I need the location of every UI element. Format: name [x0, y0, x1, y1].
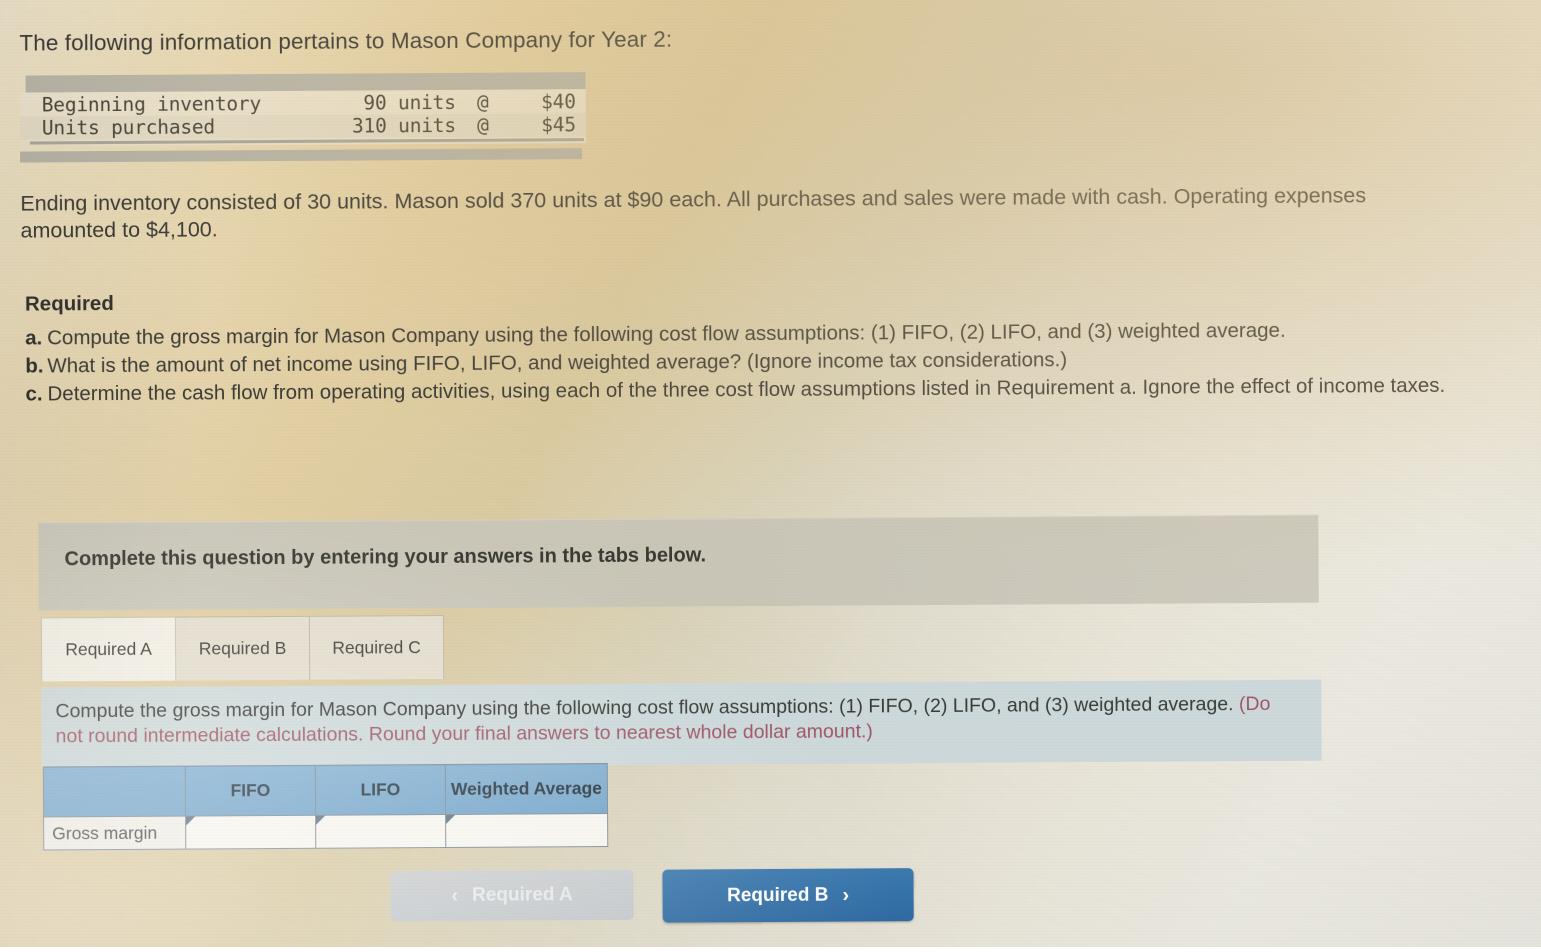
prev-button-label: Required A — [472, 884, 573, 906]
chevron-left-icon: ‹ — [451, 884, 459, 907]
intro-text: The following information pertains to Ma… — [19, 26, 673, 56]
next-required-b-button[interactable]: Required B › — [662, 868, 914, 923]
answer-grid-header-weighted-average: Weighted Average — [445, 763, 608, 815]
table-row: Beginning inventory 90 units @ $40 — [20, 90, 586, 116]
answer-grid-header-row: FIFO LIFO Weighted Average — [43, 763, 608, 817]
ending-inventory-paragraph: Ending inventory consisted of 30 units. … — [20, 183, 1367, 243]
gross-margin-lifo-input[interactable] — [315, 814, 446, 849]
prev-required-a-button[interactable]: ‹ Required A — [390, 869, 634, 922]
inventory-row-price: $45 — [541, 113, 576, 137]
answer-grid-header-blank — [43, 766, 186, 817]
table-row: Gross margin — [43, 813, 608, 850]
inventory-row-price: $40 — [541, 90, 576, 114]
table-row: Units purchased 310 units @ $45 — [19, 113, 586, 140]
tab-label: Required C — [332, 637, 421, 658]
tab-label: Required B — [198, 637, 287, 659]
answer-grid-row-label: Gross margin — [43, 816, 186, 850]
tab-label: Required A — [65, 638, 152, 660]
tab-required-b[interactable]: Required B — [174, 615, 311, 681]
inventory-row-at: @ — [477, 113, 489, 137]
required-heading: Required — [24, 292, 114, 316]
requirement-description: Compute the gross margin for Mason Compa… — [41, 679, 1322, 769]
requirement-description-main: Compute the gross margin for Mason Compa… — [55, 693, 1240, 723]
tab-required-a[interactable]: Required A — [40, 616, 177, 682]
chevron-right-icon: › — [842, 884, 850, 907]
tab-required-c[interactable]: Required C — [308, 614, 445, 680]
list-item-marker: c. — [25, 382, 43, 406]
requirement-tabs: Required A Required B Required C — [40, 614, 445, 682]
next-button-label: Required B — [726, 884, 829, 906]
list-item-marker: a. — [25, 326, 43, 350]
inventory-row-units: 90 units — [363, 90, 456, 115]
gross-margin-fifo-input[interactable] — [185, 815, 316, 850]
inventory-row-units: 310 units — [351, 113, 456, 138]
inventory-row-at: @ — [476, 90, 489, 114]
answer-grid: FIFO LIFO Weighted Average Gross margin — [43, 763, 609, 850]
inventory-table: Beginning inventory 90 units @ $40 Units… — [19, 72, 587, 163]
inventory-row-label: Beginning inventory — [41, 92, 262, 117]
instruction-banner: Complete this question by entering your … — [38, 514, 1319, 611]
inventory-table-rule — [29, 138, 584, 145]
list-item-marker: b. — [25, 354, 44, 378]
answer-grid-header-fifo: FIFO — [185, 765, 316, 817]
inventory-row-label: Units purchased — [41, 115, 216, 140]
navigation-buttons: ‹ Required A Required B › — [390, 865, 914, 924]
inventory-table-footer-band — [20, 148, 583, 163]
answer-grid-header-lifo: LIFO — [315, 764, 446, 816]
required-list: a. Compute the gross margin for Mason Co… — [25, 316, 1475, 409]
instruction-banner-text: Complete this question by entering your … — [64, 544, 707, 571]
gross-margin-weighted-average-input[interactable] — [445, 813, 608, 848]
